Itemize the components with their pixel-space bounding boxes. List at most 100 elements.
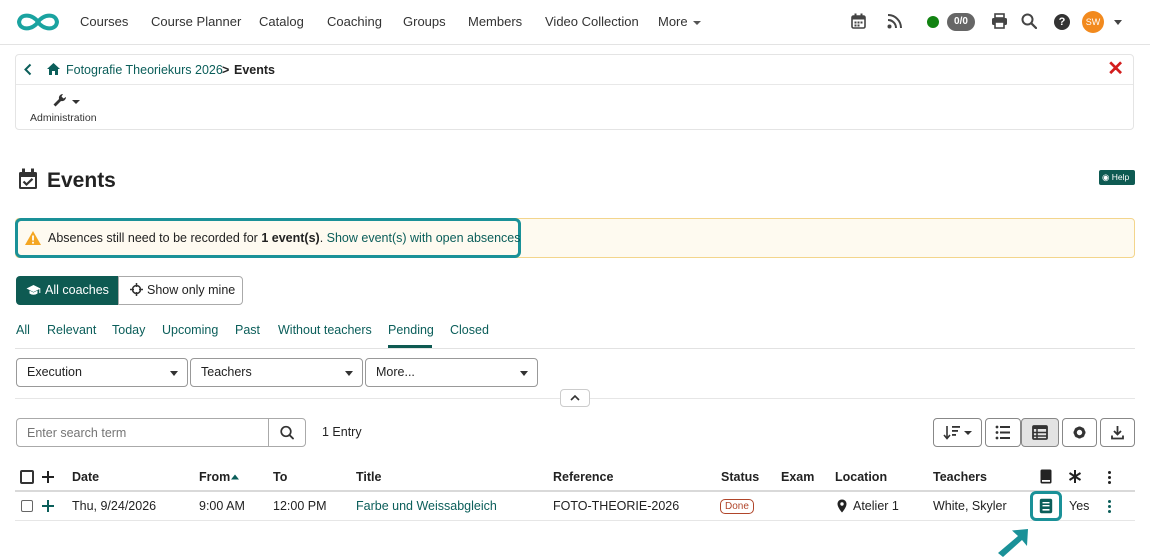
- calendar-icon[interactable]: [851, 13, 866, 29]
- tab-pending[interactable]: Pending: [388, 323, 434, 337]
- sort-icon: [943, 426, 972, 440]
- download-icon: [1111, 426, 1124, 440]
- help-button-glyph: ◉: [1102, 172, 1112, 182]
- breadcrumb-course-link[interactable]: Fotografie Theoriekurs 2026: [66, 63, 223, 77]
- event-title-link[interactable]: Farbe und Weissabgleich: [356, 499, 497, 513]
- cell-date: Thu, 9/24/2026: [72, 499, 157, 513]
- help-icon[interactable]: ?: [1054, 14, 1070, 30]
- nav-members[interactable]: Members: [468, 14, 522, 29]
- download-button[interactable]: [1100, 418, 1135, 447]
- tab-without-teachers[interactable]: Without teachers: [278, 323, 372, 337]
- collapse-filters-button[interactable]: [560, 389, 590, 407]
- table-options-kebab-icon[interactable]: [1108, 471, 1111, 486]
- lecture-block-highlight: [1030, 491, 1062, 521]
- rss-icon[interactable]: [887, 13, 902, 29]
- select-all-checkbox[interactable]: [20, 470, 34, 484]
- column-header-location[interactable]: Location: [835, 470, 887, 484]
- column-header-reference[interactable]: Reference: [553, 470, 613, 484]
- more-filter-label: More...: [376, 365, 415, 379]
- nav-coaching[interactable]: Coaching: [327, 14, 382, 29]
- alert-text-suffix: .: [319, 231, 327, 245]
- column-header-title[interactable]: Title: [356, 470, 381, 484]
- tab-all[interactable]: All: [16, 323, 30, 337]
- help-button[interactable]: ◉ Help: [1099, 170, 1135, 185]
- all-coaches-label: All coaches: [45, 283, 109, 297]
- column-header-exam[interactable]: Exam: [781, 470, 814, 484]
- chevron-down-icon: [520, 371, 528, 376]
- map-pin-icon: [837, 499, 847, 513]
- score-badge[interactable]: 0/0: [947, 13, 975, 31]
- book-icon: [1040, 469, 1052, 484]
- column-header-to[interactable]: To: [273, 470, 287, 484]
- expand-row-icon[interactable]: [41, 499, 55, 513]
- alert-event-count: 1 event(s): [261, 231, 320, 245]
- column-header-date[interactable]: Date: [72, 470, 99, 484]
- gear-icon: [1073, 426, 1086, 439]
- breadcrumb-current: Events: [234, 63, 275, 77]
- more-filter[interactable]: More...: [365, 358, 538, 387]
- help-button-label: Help: [1111, 172, 1130, 182]
- show-open-absences-link[interactable]: Show event(s) with open absences: [327, 231, 521, 245]
- online-status-icon[interactable]: [927, 16, 939, 28]
- chevron-down-icon: [170, 371, 178, 376]
- chevron-down-icon: [692, 20, 701, 25]
- logo-icon[interactable]: [14, 10, 62, 34]
- chevron-down-icon[interactable]: [1114, 20, 1122, 25]
- show-only-mine-label: Show only mine: [147, 283, 236, 297]
- search-input[interactable]: [16, 418, 269, 447]
- asterisk-icon: [1068, 469, 1082, 484]
- nav-more[interactable]: More: [658, 14, 701, 29]
- chevron-down-icon: [345, 371, 353, 376]
- alert-message: Absences still need to be recorded for 1…: [48, 231, 521, 245]
- active-tab-indicator: [388, 345, 432, 348]
- row-actions-kebab-icon[interactable]: [1108, 500, 1111, 515]
- sort-ascending-icon[interactable]: [231, 474, 239, 480]
- tab-upcoming[interactable]: Upcoming: [162, 323, 218, 337]
- search-button[interactable]: [268, 418, 306, 447]
- list-view-button[interactable]: [985, 418, 1021, 447]
- tab-closed[interactable]: Closed: [450, 323, 489, 337]
- course-toolbar-panel: Fotografie Theoriekurs 2026 > Events ✕ A…: [15, 54, 1134, 130]
- wrench-icon[interactable]: [52, 92, 80, 108]
- tab-today[interactable]: Today: [112, 323, 145, 337]
- nav-catalog[interactable]: Catalog: [259, 14, 304, 29]
- tab-relevant[interactable]: Relevant: [47, 323, 96, 337]
- execution-filter-label: Execution: [27, 365, 82, 379]
- cell-from: 9:00 AM: [199, 499, 245, 513]
- nav-more-label: More: [658, 14, 688, 29]
- search-icon[interactable]: [1021, 13, 1037, 29]
- list-icon: [995, 425, 1010, 440]
- column-header-teachers[interactable]: Teachers: [933, 470, 987, 484]
- avatar[interactable]: SW: [1082, 11, 1104, 33]
- teachers-filter-label: Teachers: [201, 365, 252, 379]
- nav-groups[interactable]: Groups: [403, 14, 446, 29]
- column-header-status[interactable]: Status: [721, 470, 759, 484]
- print-icon[interactable]: [991, 13, 1008, 29]
- search-icon: [280, 425, 294, 440]
- page-title: Events: [47, 169, 116, 192]
- graduation-cap-icon: [26, 284, 41, 296]
- close-icon[interactable]: ✕: [1107, 59, 1124, 79]
- back-arrow-icon[interactable]: [23, 63, 33, 76]
- tabs-divider: [15, 348, 1135, 349]
- execution-filter[interactable]: Execution: [16, 358, 188, 387]
- nav-courses[interactable]: Courses: [80, 14, 128, 29]
- cell-to: 12:00 PM: [273, 499, 327, 513]
- cell-teachers: White, Skyler: [933, 499, 1007, 513]
- tab-past[interactable]: Past: [235, 323, 260, 337]
- nav-course-planner[interactable]: Course Planner: [151, 14, 241, 29]
- table-view-button[interactable]: [1021, 418, 1059, 447]
- alert-text-prefix: Absences still need to be recorded for: [48, 231, 262, 245]
- calendar-check-icon: [18, 168, 38, 190]
- teachers-filter[interactable]: Teachers: [190, 358, 363, 387]
- nav-video-collection[interactable]: Video Collection: [545, 14, 639, 29]
- row-checkbox[interactable]: [21, 500, 33, 512]
- home-icon[interactable]: [46, 62, 61, 76]
- cell-extra: Yes: [1069, 499, 1090, 513]
- status-badge: Done: [720, 499, 754, 514]
- column-header-from[interactable]: From: [199, 470, 230, 484]
- administration-label[interactable]: Administration: [30, 112, 97, 124]
- sort-button[interactable]: [933, 418, 982, 447]
- expand-all-icon[interactable]: [41, 470, 55, 484]
- settings-button[interactable]: [1062, 418, 1097, 447]
